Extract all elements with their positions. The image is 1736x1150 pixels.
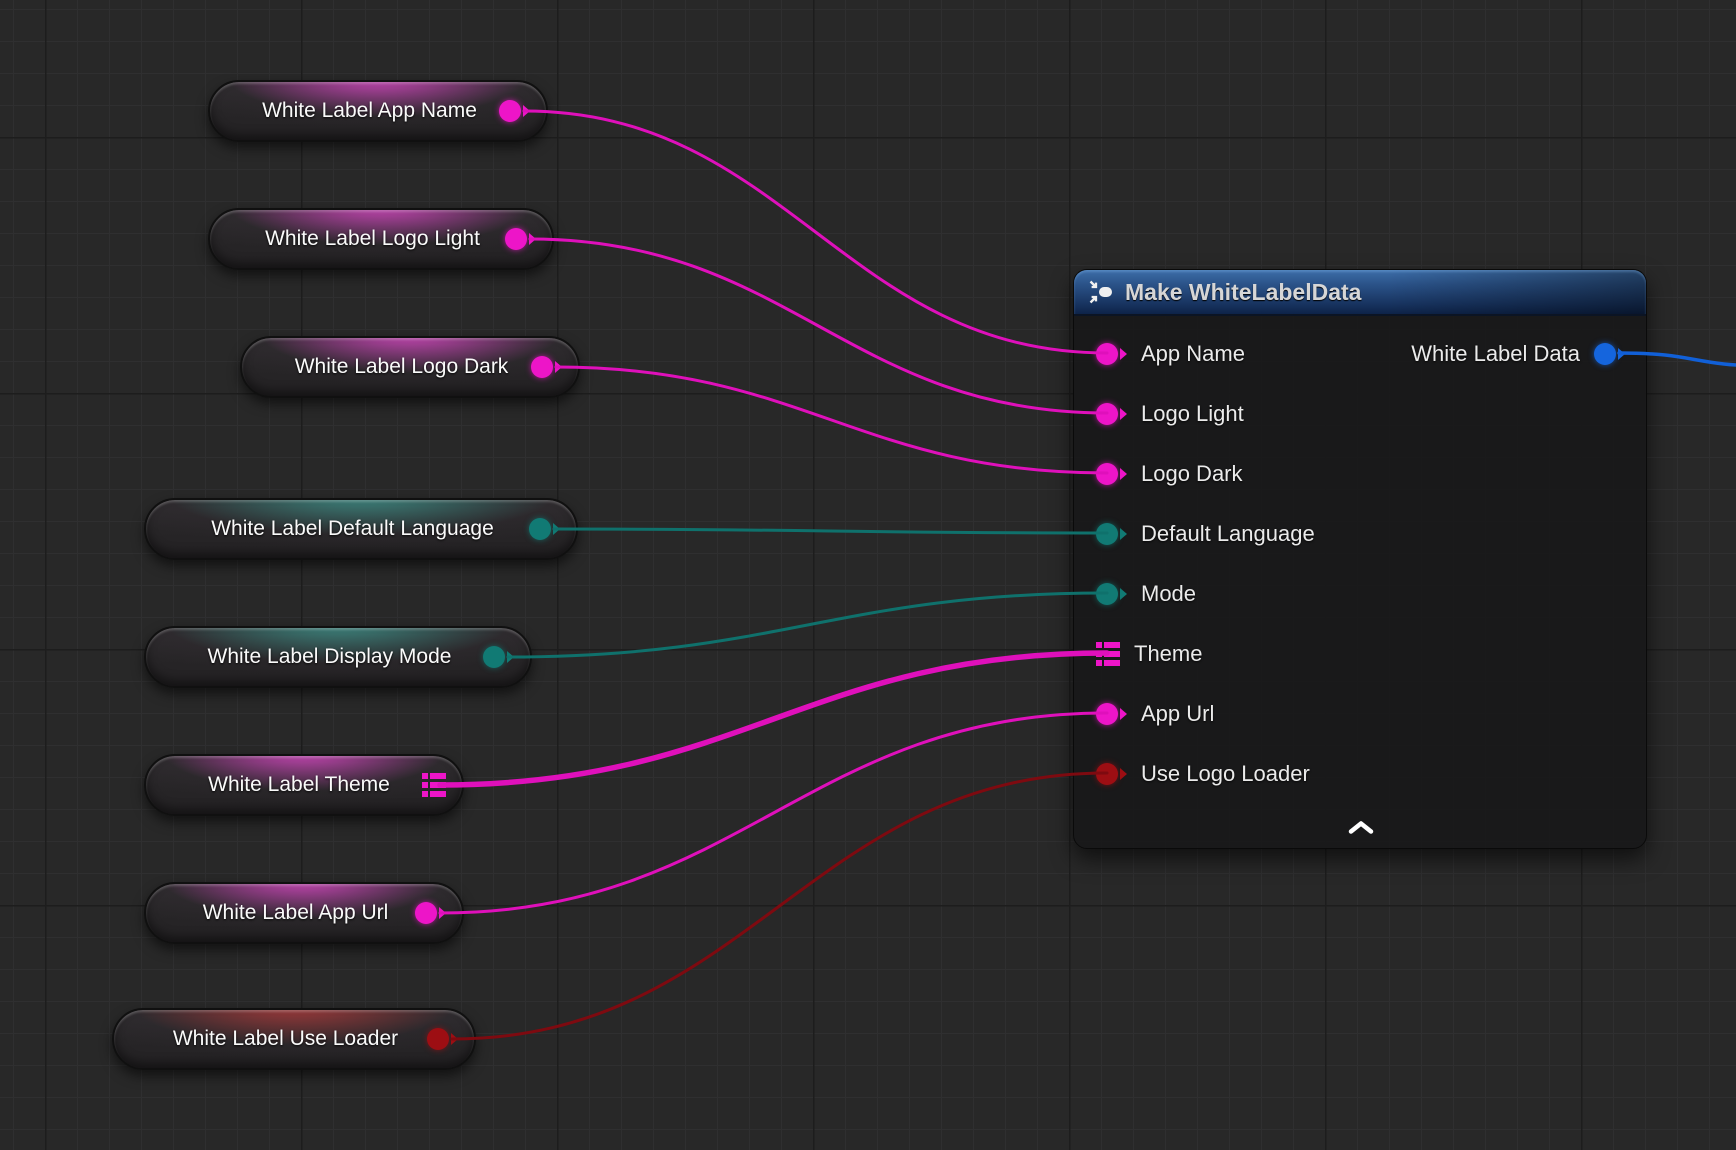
make-struct-icon bbox=[1088, 279, 1114, 305]
node-make-whitelabeldata[interactable]: Make WhiteLabelData App NameLogo LightLo… bbox=[1073, 269, 1647, 849]
pin-label: White Label Data bbox=[1411, 341, 1580, 367]
pin-label: Mode bbox=[1141, 581, 1196, 607]
wire-white-label-default-language[interactable] bbox=[554, 529, 1107, 533]
input-pin-row: Use Logo Loader bbox=[1096, 759, 1624, 789]
wire-white-label-display-mode[interactable] bbox=[508, 593, 1107, 657]
pin-label: Default Language bbox=[1141, 521, 1315, 547]
pin-white-label-logo-dark[interactable] bbox=[531, 356, 562, 378]
input-pin-logo-dark[interactable] bbox=[1096, 463, 1127, 485]
input-pin-row: Theme bbox=[1096, 639, 1624, 669]
node-label: White Label Theme bbox=[176, 773, 422, 797]
node-white-label-app-name[interactable]: White Label App Name bbox=[208, 80, 548, 142]
pin-white-label-default-language[interactable] bbox=[529, 518, 560, 540]
input-pin-mode[interactable] bbox=[1096, 583, 1127, 605]
pin-label: Use Logo Loader bbox=[1141, 761, 1310, 787]
node-label: White Label Logo Dark bbox=[272, 355, 531, 379]
node-label: White Label App Name bbox=[240, 99, 499, 123]
input-pin-row: Mode bbox=[1096, 579, 1624, 609]
node-white-label-default-language[interactable]: White Label Default Language bbox=[144, 498, 578, 560]
node-label: White Label Default Language bbox=[176, 517, 529, 541]
node-label: White Label Use Loader bbox=[144, 1027, 427, 1051]
node-white-label-app-url[interactable]: White Label App Url bbox=[144, 882, 464, 944]
pin-label: Logo Dark bbox=[1141, 461, 1243, 487]
pin-white-label-use-loader[interactable] bbox=[427, 1028, 458, 1050]
wire-white-label-theme[interactable] bbox=[440, 653, 1107, 785]
input-pin-row: Default Language bbox=[1096, 519, 1624, 549]
node-header[interactable]: Make WhiteLabelData bbox=[1074, 270, 1646, 316]
node-white-label-logo-light[interactable]: White Label Logo Light bbox=[208, 208, 554, 270]
node-label: White Label Logo Light bbox=[240, 227, 505, 251]
wire-white-label-use-loader[interactable] bbox=[452, 773, 1107, 1039]
pin-white-label-theme[interactable] bbox=[422, 773, 446, 797]
input-pin-row: Logo Light bbox=[1096, 399, 1624, 429]
input-pin-row: App Url bbox=[1096, 699, 1624, 729]
input-pin-row: Logo Dark bbox=[1096, 459, 1624, 489]
node-label: White Label Display Mode bbox=[176, 645, 483, 669]
pin-label: Logo Light bbox=[1141, 401, 1244, 427]
input-pin-theme[interactable] bbox=[1096, 642, 1120, 666]
pin-white-label-display-mode[interactable] bbox=[483, 646, 514, 668]
pin-white-label-app-name[interactable] bbox=[499, 100, 530, 122]
output-pin-row: White Label Data bbox=[1096, 339, 1625, 369]
input-pin-logo-light[interactable] bbox=[1096, 403, 1127, 425]
chevron-up-icon bbox=[1346, 819, 1376, 836]
collapse-node-button[interactable] bbox=[1339, 814, 1383, 840]
wire-white-label-logo-light[interactable] bbox=[530, 239, 1107, 413]
node-white-label-use-loader[interactable]: White Label Use Loader bbox=[112, 1008, 476, 1070]
node-title: Make WhiteLabelData bbox=[1125, 279, 1361, 306]
pin-label: Theme bbox=[1134, 641, 1202, 667]
blueprint-graph-canvas[interactable]: White Label App Name White Label Logo Lig… bbox=[0, 0, 1736, 1150]
pin-white-label-logo-light[interactable] bbox=[505, 228, 536, 250]
wire-white-label-app-url[interactable] bbox=[440, 713, 1107, 913]
pin-white-label-app-url[interactable] bbox=[415, 902, 446, 924]
wire-white-label-app-name[interactable] bbox=[524, 111, 1107, 353]
wire-white-label-logo-dark[interactable] bbox=[556, 367, 1107, 473]
node-label: White Label App Url bbox=[176, 901, 415, 925]
input-pin-use-logo-loader[interactable] bbox=[1096, 763, 1127, 785]
input-pin-default-language[interactable] bbox=[1096, 523, 1127, 545]
node-white-label-logo-dark[interactable]: White Label Logo Dark bbox=[240, 336, 580, 398]
output-pin-white-label-data[interactable] bbox=[1594, 343, 1625, 365]
pin-label: App Url bbox=[1141, 701, 1214, 727]
node-white-label-theme[interactable]: White Label Theme bbox=[144, 754, 464, 816]
input-pin-app-url[interactable] bbox=[1096, 703, 1127, 725]
node-white-label-display-mode[interactable]: White Label Display Mode bbox=[144, 626, 532, 688]
